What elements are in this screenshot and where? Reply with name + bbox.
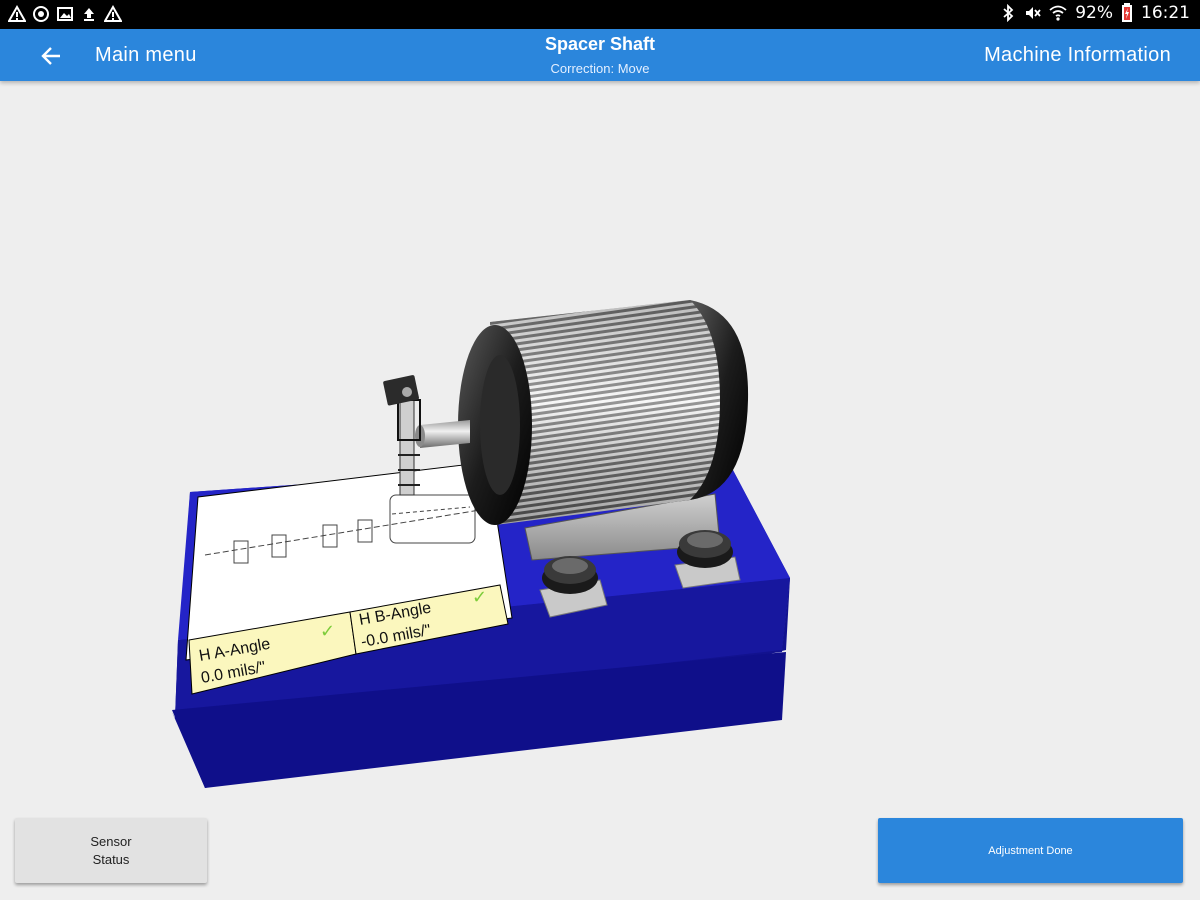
system-tray: 92% 16:21 xyxy=(1001,3,1190,23)
machine-scene: H A-Angle 0.0 mils/" ✓ H B-Angle -0.0 mi… xyxy=(172,300,790,788)
warning-icon xyxy=(8,5,26,22)
notification-icons xyxy=(8,5,122,23)
electric-motor xyxy=(458,300,749,525)
sensor-status-line2: Status xyxy=(92,851,130,867)
gallery-icon xyxy=(57,7,73,21)
clock: 16:21 xyxy=(1141,3,1190,23)
warning-icon xyxy=(104,5,122,22)
adjustment-done-button[interactable]: Adjustment Done xyxy=(878,818,1183,883)
angle-b-check: ✓ xyxy=(472,587,487,608)
machine-information-link[interactable]: Machine Information xyxy=(984,44,1171,67)
bluetooth-icon xyxy=(1003,4,1014,22)
app-bar: Main menu Spacer Shaft Correction: Move … xyxy=(0,29,1200,81)
battery-icon xyxy=(1122,3,1132,22)
wifi-icon xyxy=(1049,5,1067,21)
battery-percentage: 92% xyxy=(1075,3,1113,23)
mute-icon xyxy=(1026,7,1041,19)
upload-icon xyxy=(84,8,94,21)
sensor-status-label: Sensor Status xyxy=(90,833,131,869)
angle-a-check: ✓ xyxy=(320,621,335,642)
adjustment-done-label: Adjustment Done xyxy=(988,844,1073,857)
motor-shaft xyxy=(415,420,470,448)
sensor-status-button[interactable]: Sensor Status xyxy=(15,818,207,883)
sensor-status-line1: Sensor xyxy=(90,833,132,849)
gps-icon xyxy=(33,6,49,22)
status-bar: 92% 16:21 xyxy=(0,0,1200,29)
